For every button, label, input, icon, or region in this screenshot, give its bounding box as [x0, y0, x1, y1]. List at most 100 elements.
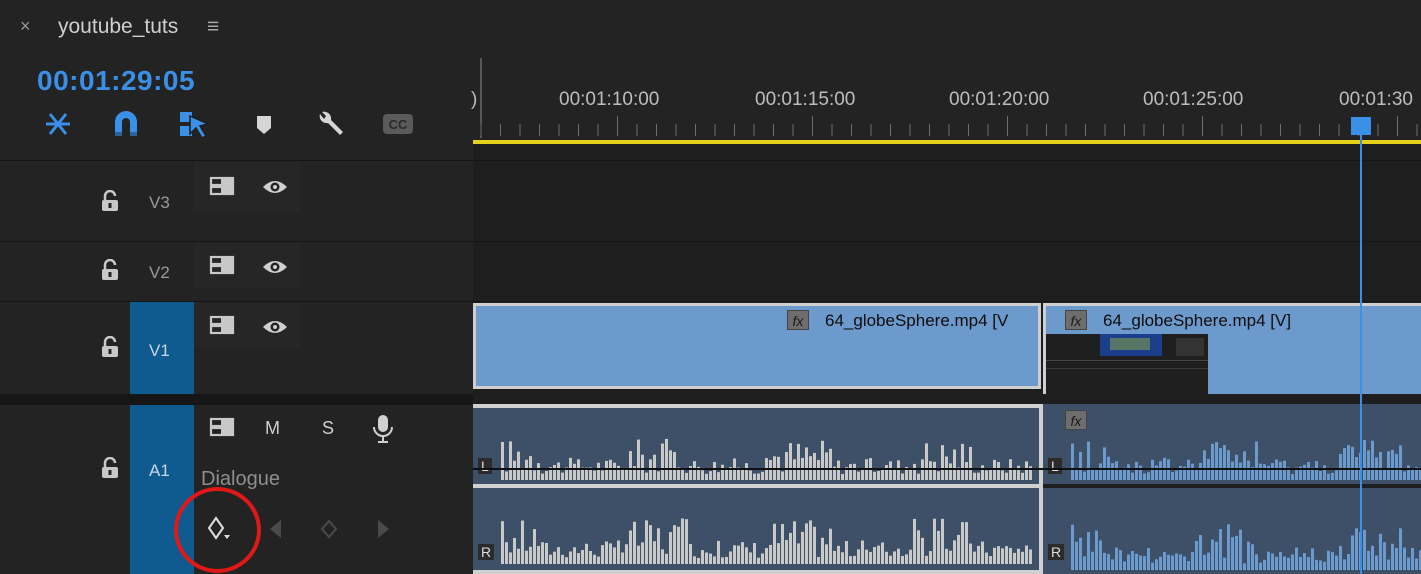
panel-menu-icon[interactable]: ≡: [207, 14, 219, 40]
sync-lock-icon[interactable]: [209, 255, 235, 275]
audio-clip[interactable]: [473, 404, 1043, 574]
waveform-bar: [869, 551, 872, 564]
waveform-bar: [805, 523, 808, 564]
sync-lock-icon[interactable]: [209, 417, 235, 437]
track-lock-icon[interactable]: [100, 335, 120, 358]
fx-badge[interactable]: fx: [1065, 410, 1087, 430]
waveform-bar: [1263, 559, 1266, 570]
solo-track-button[interactable]: S: [322, 418, 334, 439]
volume-rubber-band[interactable]: [473, 468, 1421, 470]
waveform-bar: [741, 542, 744, 564]
waveform-bar: [825, 544, 828, 564]
waveform-bar: [1009, 547, 1012, 564]
waveform-bar: [597, 556, 600, 564]
playhead-line[interactable]: [1360, 120, 1362, 574]
waveform-bar: [805, 447, 808, 480]
playhead-timecode[interactable]: 00:01:29:05: [37, 64, 195, 98]
cc-icon[interactable]: CC: [382, 108, 414, 140]
waveform-bar: [701, 470, 704, 480]
waveform-bar: [949, 550, 952, 564]
waveform-bar: [1091, 469, 1094, 480]
previous-keyframe-icon[interactable]: [267, 518, 285, 540]
track-name-v3[interactable]: V3: [149, 193, 170, 213]
waveform-bar: [857, 549, 860, 564]
waveform-bar: [517, 451, 520, 480]
playhead-handle[interactable]: [1351, 117, 1371, 135]
lane-divider: [473, 160, 1421, 161]
waveform-bar: [1179, 554, 1182, 570]
waveform-bar: [845, 541, 848, 564]
waveform-bar: [1263, 464, 1266, 480]
waveform-bar: [1021, 551, 1024, 564]
waveform-bar: [1279, 461, 1282, 480]
waveform-bar: [585, 543, 588, 564]
waveform-bar: [501, 441, 504, 480]
marker-icon[interactable]: [248, 108, 280, 140]
waveform-bar: [1323, 561, 1326, 570]
toggle-output-eye-icon[interactable]: [261, 178, 289, 196]
toggle-output-eye-icon[interactable]: [261, 318, 289, 336]
mute-track-button[interactable]: M: [265, 418, 280, 439]
sync-lock-icon[interactable]: [209, 176, 235, 196]
track-lock-icon[interactable]: [100, 456, 120, 479]
waveform-bar: [1379, 533, 1382, 570]
waveform-bar: [529, 546, 532, 564]
waveform-bar: [685, 472, 688, 480]
waveform-bar: [1195, 540, 1198, 570]
waveform-bar: [713, 462, 716, 480]
waveform-bar: [797, 443, 800, 480]
time-ruler[interactable]: ) 00:01:10:00 00:01:15:00 00:01:20:00 00…: [471, 56, 1421, 140]
waveform-bar: [689, 543, 692, 564]
audio-clip[interactable]: [1043, 404, 1421, 574]
waveform-bar: [961, 443, 964, 480]
fx-badge[interactable]: fx: [1065, 310, 1087, 330]
waveform-bar: [673, 452, 676, 480]
waveform-bar: [753, 473, 756, 480]
waveform-bar: [1147, 548, 1150, 570]
waveform-bar: [977, 545, 980, 564]
waveform-bar: [993, 547, 996, 564]
waveform-bar: [1219, 529, 1222, 570]
lane-divider: [473, 241, 1421, 242]
waveform-bar: [501, 521, 504, 564]
waveform-bar: [1399, 445, 1402, 480]
waveform-bar: [573, 463, 576, 480]
waveform-bar: [633, 521, 636, 564]
waveform-bar: [937, 530, 940, 564]
next-keyframe-icon[interactable]: [374, 518, 392, 540]
track-name-v1[interactable]: V1: [149, 341, 170, 361]
wrench-icon[interactable]: [314, 108, 346, 140]
voice-over-record-icon[interactable]: [372, 414, 394, 444]
waveform-bar: [841, 473, 844, 480]
linked-selection-icon[interactable]: [178, 108, 211, 140]
waveform-bar: [729, 551, 732, 564]
close-tab-icon[interactable]: ×: [20, 16, 36, 36]
waveform-bar: [1083, 556, 1086, 570]
waveform-bar: [721, 464, 724, 480]
add-remove-keyframe-icon[interactable]: [319, 518, 339, 540]
sync-lock-icon[interactable]: [209, 315, 235, 335]
waveform-bar: [629, 451, 632, 480]
track-lock-icon[interactable]: [100, 258, 120, 281]
ruler-label: 00:01:30: [1339, 89, 1413, 110]
snap-in-sequence-icon[interactable]: [42, 108, 74, 140]
magnet-icon[interactable]: [110, 108, 142, 140]
fx-badge[interactable]: fx: [787, 310, 809, 330]
waveform-bar: [1115, 547, 1118, 570]
waveform-bar: [1279, 552, 1282, 570]
waveform-bar: [1355, 528, 1358, 570]
track-name-v2[interactable]: V2: [149, 263, 170, 283]
waveform-bar: [1231, 461, 1234, 480]
waveform-bar: [1025, 461, 1028, 480]
sequence-tab-name[interactable]: youtube_tuts: [58, 14, 178, 40]
track-name-a1[interactable]: A1: [149, 461, 170, 481]
waveform-bar: [1021, 472, 1024, 480]
track-lock-icon[interactable]: [100, 189, 120, 212]
waveform-bar: [1135, 461, 1138, 480]
waveform-bar: [865, 549, 868, 564]
waveform-bar: [1099, 540, 1102, 570]
toggle-output-eye-icon[interactable]: [261, 258, 289, 276]
waveform-bar: [657, 528, 660, 564]
waveform-bar: [897, 460, 900, 480]
waveform-bar: [649, 525, 652, 564]
